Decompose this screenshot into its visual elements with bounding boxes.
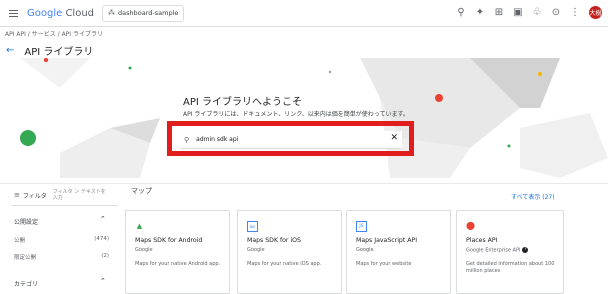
help-icon[interactable]: ?	[522, 247, 529, 253]
card-vendor: Google	[247, 247, 265, 253]
filter-icon: ≡	[14, 191, 20, 199]
card-description: Maps for your website	[356, 261, 412, 267]
chevron-up-icon[interactable]: ⌃	[100, 277, 106, 285]
card-icon-glyph: ios	[249, 224, 256, 229]
map-pin-icon: ⬤	[466, 221, 475, 230]
card-vendor: Google	[356, 247, 374, 253]
hero-decoration	[20, 58, 608, 178]
google-cloud-logo[interactable]: Google Cloud	[27, 8, 94, 19]
card-vendor: Google	[135, 247, 153, 253]
android-icon: ▲	[135, 221, 144, 230]
hero-title: API ライブラリへようこそ	[183, 97, 302, 108]
api-card[interactable]: ⬤ Places API Google Enterprise API? Get …	[456, 210, 564, 294]
project-icon: ⁂	[108, 9, 116, 17]
chevron-up-icon[interactable]: ⌃	[100, 215, 106, 223]
api-card[interactable]: ios Maps SDK for iOS Google Maps for you…	[237, 210, 342, 294]
card-description: Maps for your native Android app.	[135, 261, 221, 267]
brand-cloud: Cloud	[62, 7, 95, 19]
page-title: API ライブラリ	[24, 47, 94, 58]
card-title: Maps SDK for iOS	[247, 237, 301, 244]
card-description: Get detailed information about 100 milli…	[466, 261, 555, 274]
card-vendor: Google Enterprise API?	[466, 247, 529, 254]
facet-category-title: カテゴリ	[14, 281, 39, 288]
card-title: Maps SDK for Android	[135, 237, 203, 244]
hero-banner	[0, 58, 608, 178]
gift-icon[interactable]: ⊞	[494, 6, 504, 19]
facet-item-count: (474)	[94, 236, 109, 242]
api-card[interactable]: ▲ Maps SDK for Android Google Maps for y…	[125, 210, 230, 294]
hero-subtitle: API ライブラリには、ドキュメント、リンク、以来内は価を簡単が使わっています。	[183, 111, 409, 118]
highlight-box	[167, 121, 414, 156]
facet-visibility-title: 公開設定	[14, 219, 39, 226]
search-icon[interactable]: ⚲	[456, 6, 466, 19]
filter-bar[interactable]: ≡ フィルタ フィルタ ン テキストを 入力	[14, 189, 108, 201]
facet-item[interactable]: 限定公開 (2)	[14, 253, 109, 261]
api-card[interactable]: JS Maps JavaScript API Google Maps for y…	[346, 210, 451, 294]
show-all-link[interactable]: すべて表示 (27)	[511, 192, 555, 201]
help-icon[interactable]: ⊙	[551, 6, 561, 19]
card-title: Places API	[466, 237, 498, 244]
menu-icon[interactable]	[9, 9, 18, 17]
javascript-icon: JS	[356, 221, 367, 232]
terminal-icon[interactable]: ▣	[513, 6, 523, 19]
section-title: マップ	[131, 187, 152, 195]
avatar[interactable]: 大樹	[589, 6, 602, 19]
card-icon-glyph: JS	[359, 224, 364, 229]
filter-underline	[12, 205, 118, 206]
facet-item-label: 限定公開	[14, 255, 37, 261]
card-vendor-text: Google Enterprise API	[466, 247, 521, 254]
more-vert-icon[interactable]: ⋮	[570, 6, 580, 19]
facet-item-label: 公開	[14, 238, 26, 244]
breadcrumb: API API / サービス / API ライブラリ	[5, 31, 103, 38]
card-description: Maps for your native iOS app.	[247, 261, 322, 267]
ios-icon: ios	[247, 221, 258, 232]
project-name: dashboard-sample	[118, 9, 179, 17]
top-app-bar: Google Cloud ⁂ dashboard-sample ⚲ ✦ ⊞ ▣ …	[0, 0, 608, 27]
card-title: Maps JavaScript API	[356, 237, 418, 244]
facet-item-count: (2)	[101, 253, 109, 259]
gemini-sparkle-icon[interactable]: ✦	[475, 6, 485, 19]
project-selector[interactable]: ⁂ dashboard-sample	[102, 4, 185, 22]
card-icon-glyph: ▲	[136, 221, 143, 230]
filter-input[interactable]: フィルタ ン テキストを 入力	[53, 189, 108, 201]
facet-item[interactable]: 公開 (474)	[14, 236, 109, 244]
notifications-icon[interactable]: ♧	[532, 6, 542, 19]
filter-label: フィルタ	[22, 192, 47, 200]
back-arrow-icon[interactable]: ←	[6, 45, 14, 56]
brand-google: Google	[27, 7, 63, 19]
divider	[0, 183, 608, 184]
